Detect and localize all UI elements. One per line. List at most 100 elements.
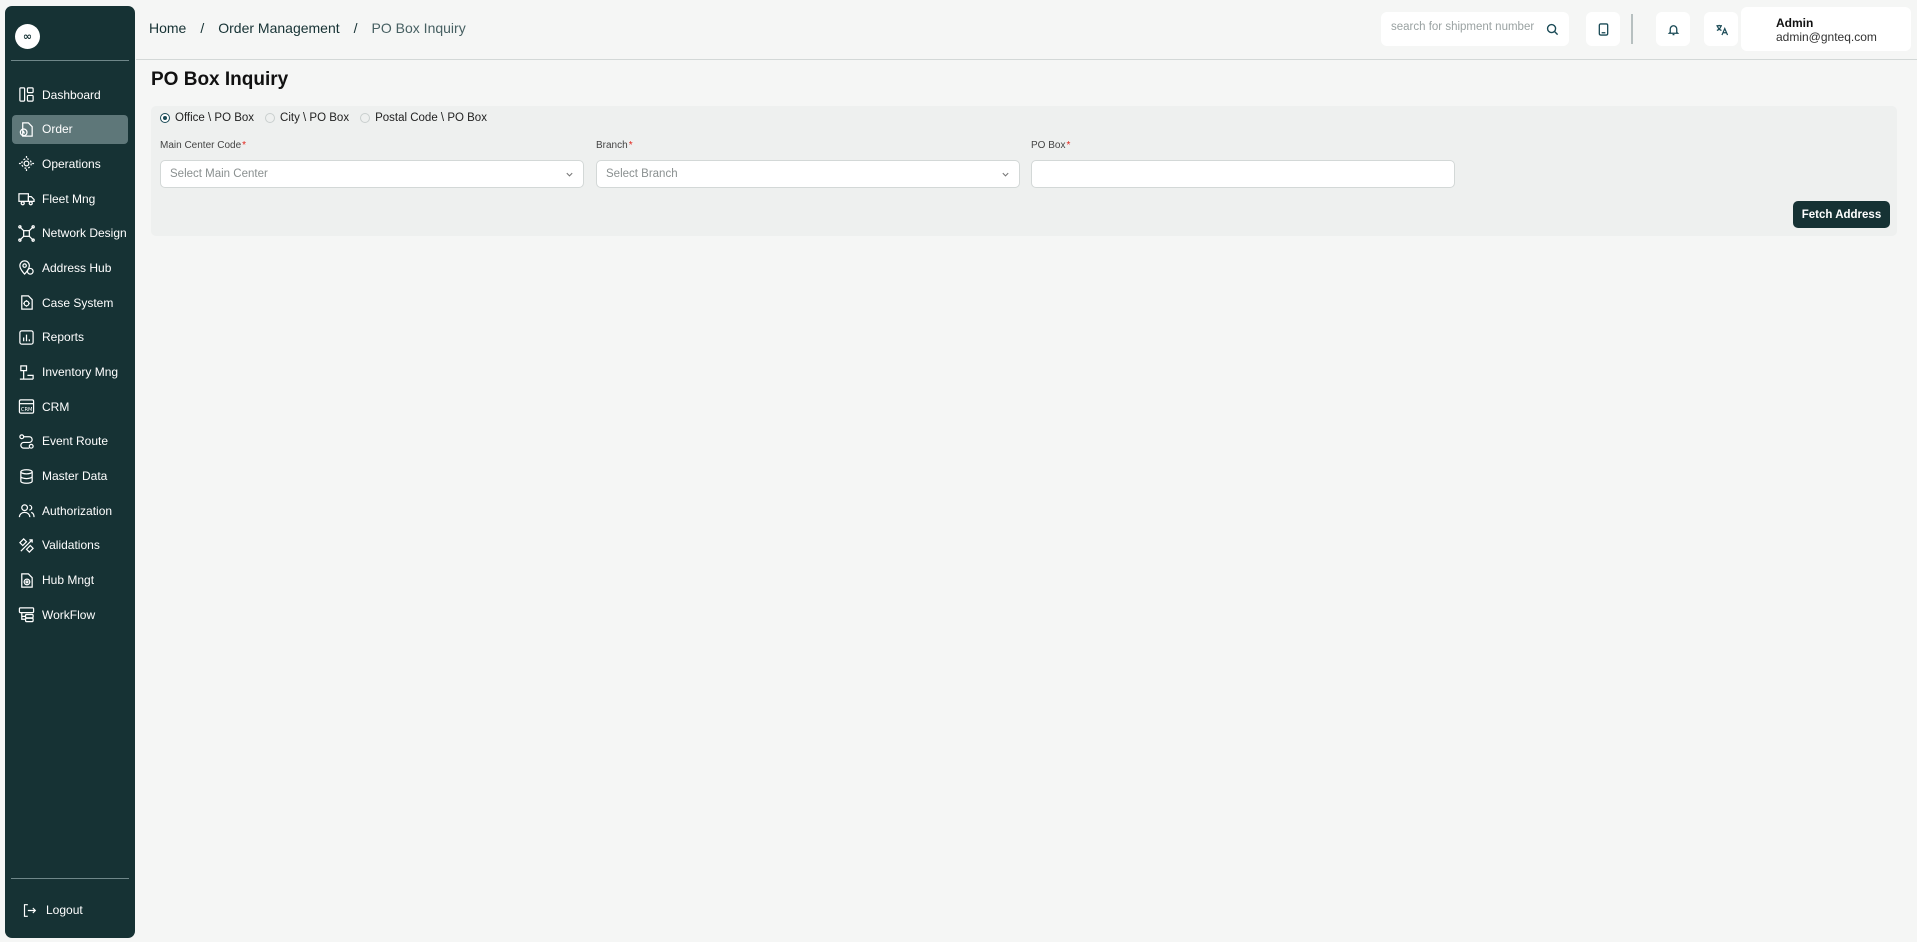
operations-icon xyxy=(18,156,35,172)
sidebar-item-order[interactable]: Order xyxy=(12,114,128,144)
sidebar-item-workflow[interactable]: WorkFlow xyxy=(12,600,128,629)
sidebar-item-label: Validations xyxy=(42,538,100,553)
breadcrumb-order-management[interactable]: Order Management xyxy=(218,20,339,36)
workflow-icon xyxy=(18,607,35,623)
scanner-button[interactable] xyxy=(1586,12,1620,46)
po-box-field xyxy=(1031,160,1455,188)
hub-icon xyxy=(21,572,33,588)
sidebar-item-network-design[interactable]: Network Design xyxy=(12,219,128,248)
case-icon xyxy=(21,295,33,310)
inventory-icon xyxy=(19,364,34,380)
bell-icon xyxy=(1667,24,1679,35)
branch-select[interactable]: Select Branch xyxy=(596,160,1020,188)
sidebar-item-operations[interactable]: Operations xyxy=(12,149,128,178)
sidebar-item-label: WorkFlow xyxy=(42,607,96,622)
validations-icon xyxy=(19,537,34,553)
sidebar-item-label: CRM xyxy=(42,399,70,414)
reports-icon xyxy=(19,330,34,345)
sidebar-item-label: Operations xyxy=(42,156,101,171)
po-box-input[interactable] xyxy=(1041,161,1438,187)
dashboard-icon xyxy=(19,87,34,102)
branch-label: Branch* xyxy=(596,140,633,151)
database-icon xyxy=(20,468,33,484)
crm-icon: CRM xyxy=(18,399,35,414)
sidebar-item-label: Reports xyxy=(42,330,85,345)
radio-label: Postal Code \ PO Box xyxy=(375,112,487,124)
users-icon xyxy=(18,504,35,518)
logout-icon xyxy=(23,903,37,917)
truck-icon xyxy=(18,193,35,206)
sidebar-item-label: Hub Mngt xyxy=(42,573,95,588)
user-name: Admin xyxy=(1776,16,1814,30)
sidebar-item-label: Event Route xyxy=(42,434,109,449)
sidebar-item-label: Case System xyxy=(42,295,114,310)
breadcrumb-current: PO Box Inquiry xyxy=(371,20,466,36)
main-center-label: Main Center Code* xyxy=(160,140,247,151)
breadcrumb-home[interactable]: Home xyxy=(149,20,186,36)
required-mark: * xyxy=(628,140,633,151)
radio-city-po-box[interactable]: City \ PO Box xyxy=(265,112,349,124)
breadcrumb: Home / Order Management / PO Box Inquiry xyxy=(149,20,466,36)
sidebar-item-master-data[interactable]: Master Data xyxy=(12,462,128,491)
main-center-placeholder: Select Main Center xyxy=(170,168,268,180)
sidebar-item-event-route[interactable]: Event Route xyxy=(12,427,128,456)
inquiry-type-radio-group: Office \ PO Box City \ PO Box Postal Cod… xyxy=(160,112,498,124)
sidebar-item-case-system[interactable]: Case System xyxy=(12,288,128,317)
svg-text:CRM: CRM xyxy=(21,407,33,413)
sidebar-item-label: Address Hub xyxy=(42,260,112,275)
sidebar-item-inventory[interactable]: Inventory Mng xyxy=(12,358,128,387)
sidebar-divider xyxy=(11,878,129,879)
language-button[interactable] xyxy=(1704,12,1738,46)
sidebar-nav: Dashboard Order Operations Fleet Mng Net… xyxy=(5,80,135,635)
sidebar-item-hub-mngt[interactable]: Hub Mngt xyxy=(12,566,128,595)
sidebar-item-authorization[interactable]: Authorization xyxy=(12,496,128,525)
sidebar-divider xyxy=(11,60,129,61)
radio-unselected-icon[interactable] xyxy=(360,113,371,123)
shipment-search xyxy=(1381,12,1569,46)
radio-office-po-box[interactable]: Office \ PO Box xyxy=(160,112,254,124)
notifications-button[interactable] xyxy=(1656,12,1690,46)
logout-label: Logout xyxy=(46,903,83,917)
sidebar: ∞ Dashboard Order Operations Fleet Mng N… xyxy=(5,6,135,938)
app-logo[interactable]: ∞ xyxy=(15,24,40,49)
user-email: admin@gnteq.com xyxy=(1776,30,1877,44)
sidebar-item-label: Dashboard xyxy=(42,87,101,102)
top-bar: Home/Order Management/PO Box Inquiry Adm… xyxy=(136,0,1917,60)
search-icon[interactable] xyxy=(1546,23,1559,36)
required-mark: * xyxy=(242,140,247,151)
radio-selected-icon[interactable] xyxy=(160,113,170,123)
radio-label: Office \ PO Box xyxy=(175,112,255,124)
sidebar-item-dashboard[interactable]: Dashboard xyxy=(12,80,128,109)
tablet-icon xyxy=(1598,22,1608,36)
network-icon xyxy=(18,224,35,242)
sidebar-item-fleet[interactable]: Fleet Mng xyxy=(12,184,128,213)
sidebar-item-address-hub[interactable]: Address Hub xyxy=(12,253,128,282)
radio-unselected-icon[interactable] xyxy=(265,113,276,123)
fetch-address-button[interactable]: Fetch Address xyxy=(1793,201,1890,228)
branch-placeholder: Select Branch xyxy=(606,168,678,180)
sidebar-item-validations[interactable]: Validations xyxy=(12,531,128,560)
order-icon xyxy=(19,121,33,137)
sidebar-item-label: Inventory Mng xyxy=(42,365,119,379)
radio-label: City \ PO Box xyxy=(280,112,350,124)
sidebar-item-label: Master Data xyxy=(42,469,108,484)
sidebar-item-label: Order xyxy=(42,122,73,137)
logout-button[interactable]: Logout xyxy=(12,896,128,924)
translate-icon xyxy=(1715,24,1728,35)
radio-postal-code-po-box[interactable]: Postal Code \ PO Box xyxy=(360,112,487,124)
user-profile[interactable]: Admin admin@gnteq.com xyxy=(1741,7,1911,51)
sidebar-item-label: Authorization xyxy=(42,503,113,518)
inquiry-form-panel: Office \ PO Box City \ PO Box Postal Cod… xyxy=(151,106,1897,236)
chevron-down-icon xyxy=(1002,172,1009,177)
search-input[interactable] xyxy=(1389,20,1543,34)
sidebar-item-label: Fleet Mng xyxy=(42,191,96,206)
header-divider xyxy=(1631,14,1633,44)
address-icon xyxy=(19,260,34,276)
page-title: PO Box Inquiry xyxy=(151,69,289,90)
route-icon xyxy=(19,434,34,449)
sidebar-item-crm[interactable]: CRM CRM xyxy=(12,392,128,421)
required-mark: * xyxy=(1066,140,1071,151)
main-center-select[interactable]: Select Main Center xyxy=(160,160,584,188)
chevron-down-icon xyxy=(566,172,573,177)
sidebar-item-reports[interactable]: Reports xyxy=(12,323,128,352)
